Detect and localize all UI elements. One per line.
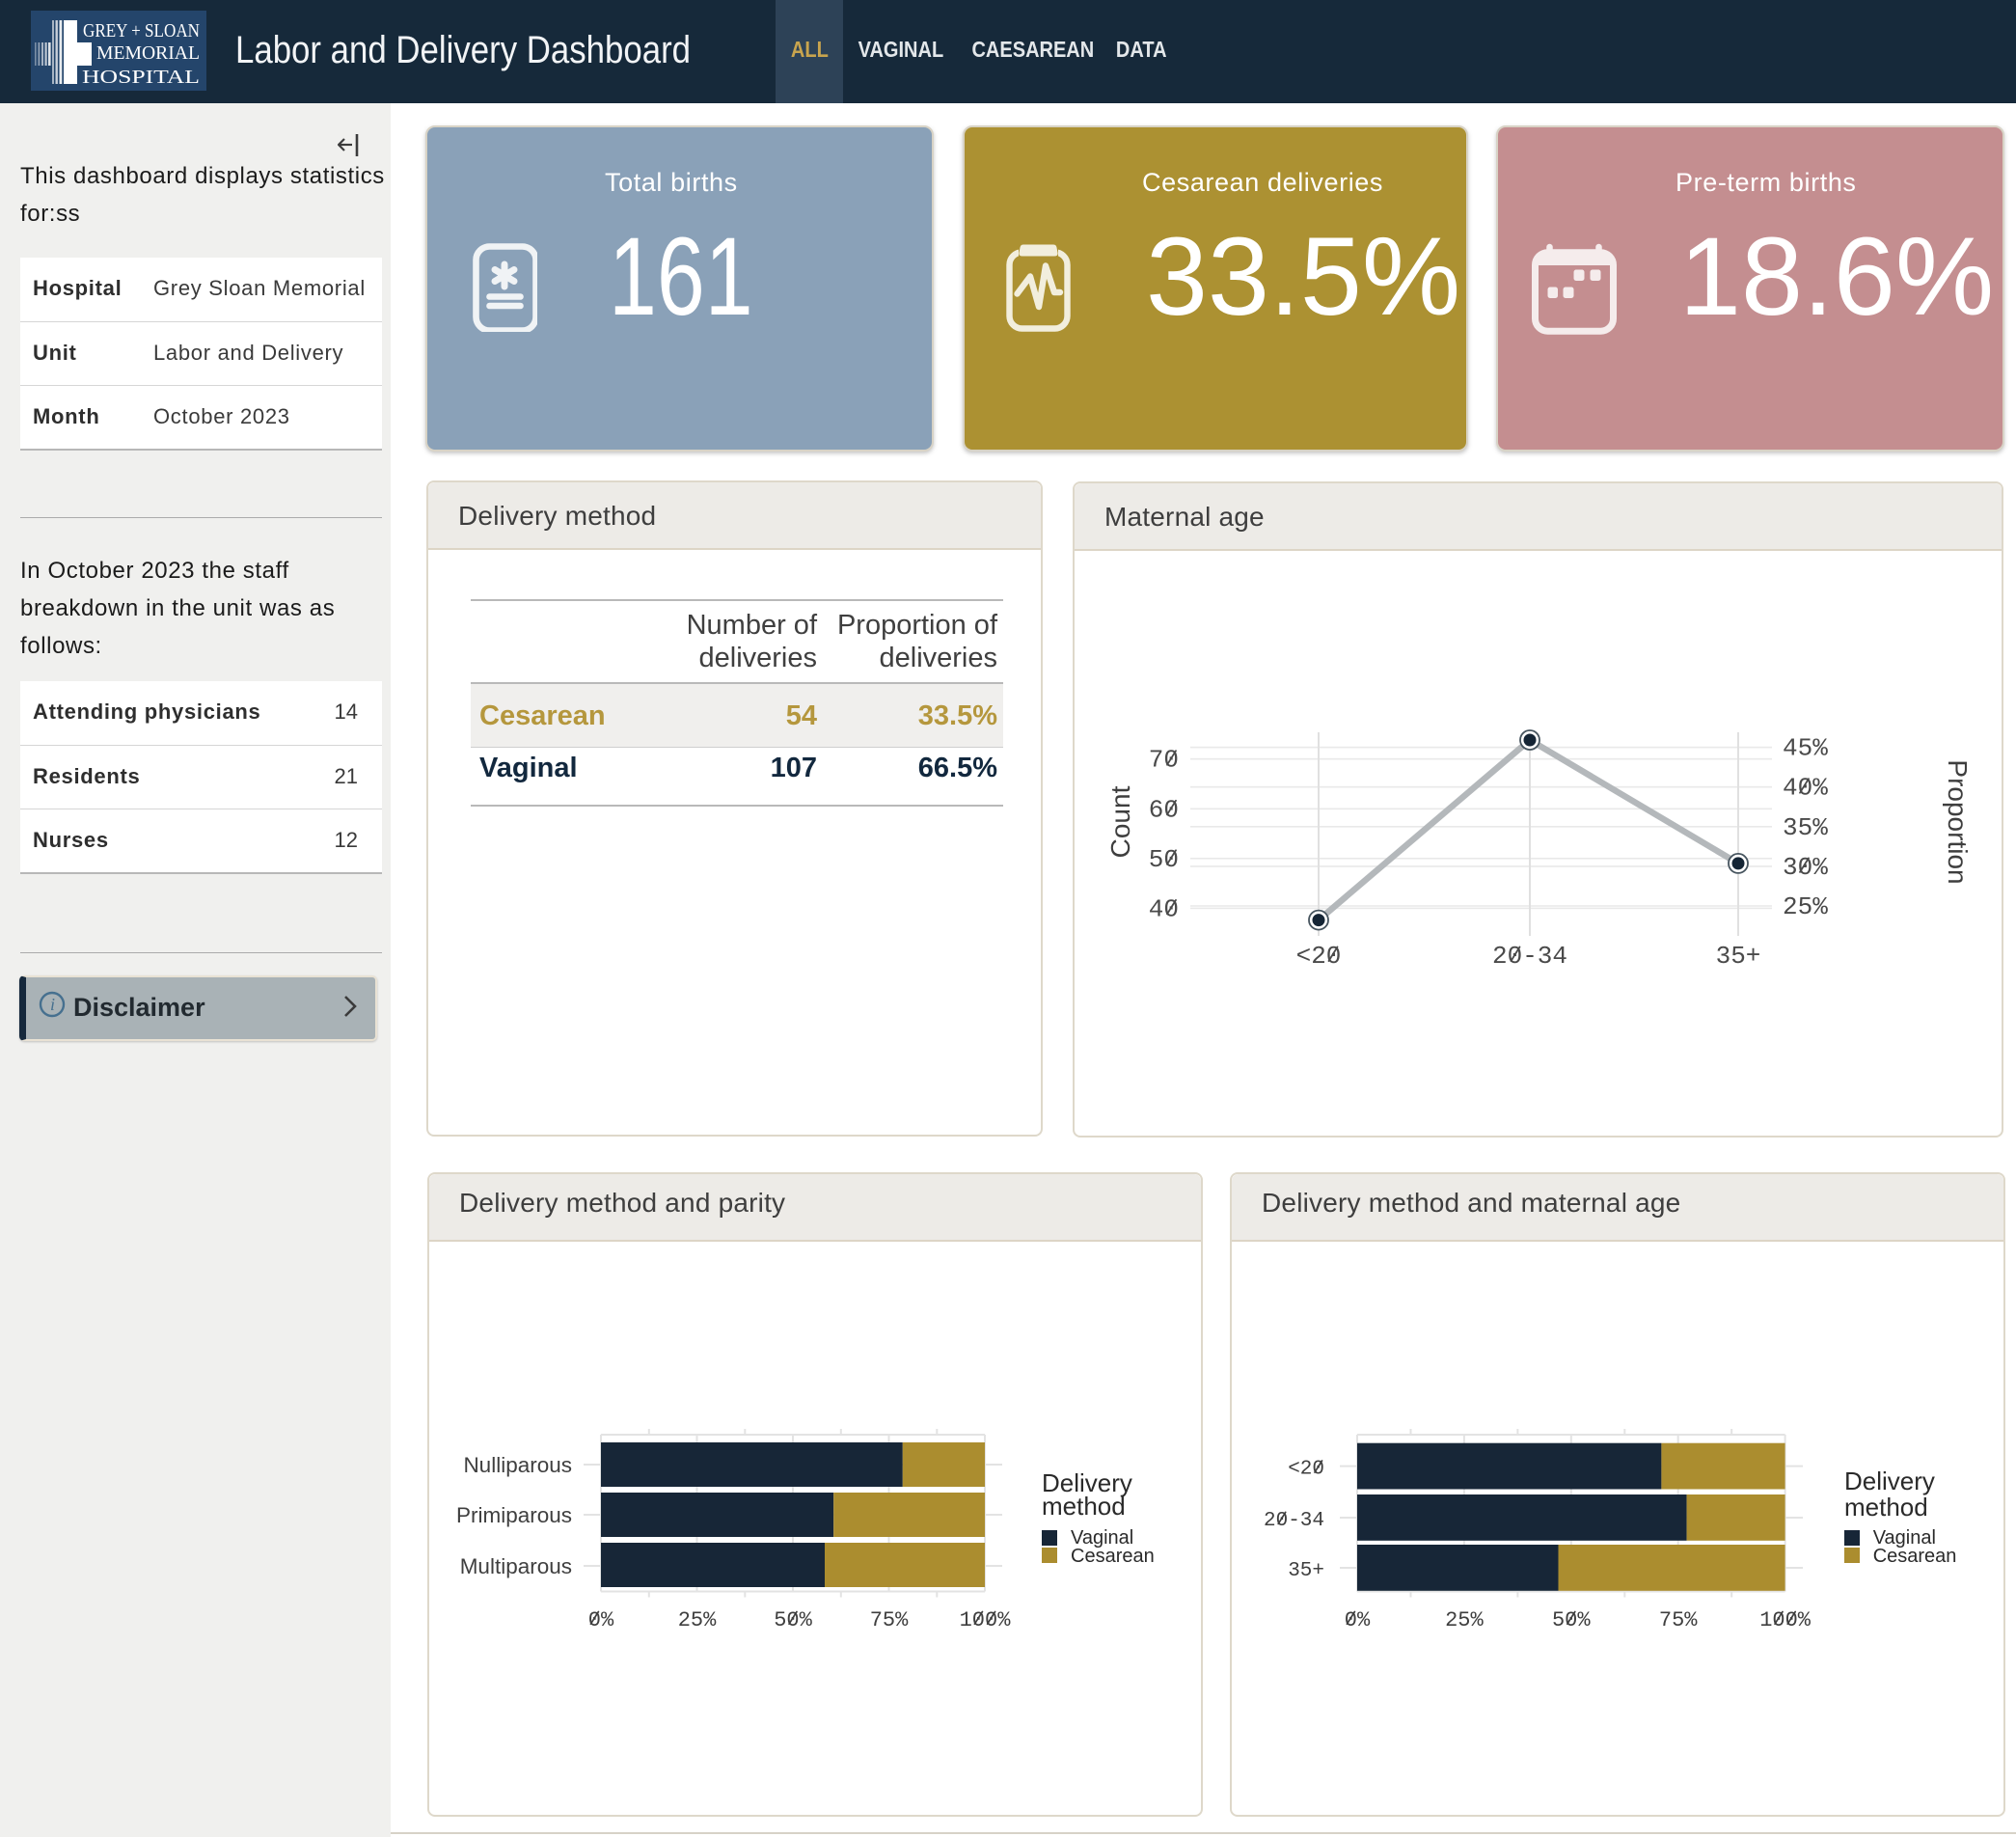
svg-text:20-34: 20-34 (1492, 942, 1567, 971)
svg-text:Primiparous: Primiparous (456, 1503, 572, 1527)
svg-text:Cesarean: Cesarean (1071, 1546, 1155, 1567)
svg-text:i: i (50, 995, 55, 1014)
svg-text:Cesarean: Cesarean (1873, 1546, 1957, 1567)
svg-text:35+: 35+ (1288, 1560, 1324, 1582)
svg-text:100%: 100% (960, 1608, 1012, 1632)
svg-text:35%: 35% (1783, 813, 1828, 842)
svg-text:Proportion: Proportion (1943, 759, 1973, 884)
svg-text:50%: 50% (1552, 1608, 1591, 1632)
svg-text:40%: 40% (1783, 774, 1828, 803)
svg-text:Delivery: Delivery (1844, 1467, 1935, 1495)
svg-text:75%: 75% (1659, 1608, 1698, 1632)
svg-text:35+: 35+ (1716, 942, 1761, 971)
svg-text:GREY + SLOAN: GREY + SLOAN (83, 20, 200, 41)
svg-text:method: method (1844, 1493, 1928, 1522)
svg-text:<20: <20 (1288, 1459, 1324, 1481)
svg-text:60: 60 (1149, 795, 1179, 824)
svg-text:50%: 50% (774, 1608, 812, 1632)
svg-text:Nulliparous: Nulliparous (463, 1453, 572, 1477)
svg-text:45%: 45% (1783, 734, 1828, 763)
svg-text:25%: 25% (678, 1608, 717, 1632)
svg-text:Multiparous: Multiparous (460, 1554, 572, 1578)
svg-text:25%: 25% (1445, 1608, 1484, 1632)
svg-text:method: method (1042, 1492, 1126, 1521)
svg-text:Count: Count (1105, 785, 1135, 858)
svg-text:HOSPITAL: HOSPITAL (82, 67, 200, 88)
svg-text:100%: 100% (1759, 1608, 1812, 1632)
svg-text:25%: 25% (1783, 892, 1828, 921)
svg-text:<20: <20 (1296, 942, 1342, 971)
svg-text:MEMORIAL: MEMORIAL (96, 42, 200, 64)
svg-text:30%: 30% (1783, 853, 1828, 882)
svg-text:40: 40 (1149, 894, 1179, 923)
svg-text:50: 50 (1149, 845, 1179, 874)
svg-text:20-34: 20-34 (1264, 1510, 1324, 1532)
svg-text:75%: 75% (870, 1608, 909, 1632)
svg-text:70: 70 (1149, 746, 1179, 775)
